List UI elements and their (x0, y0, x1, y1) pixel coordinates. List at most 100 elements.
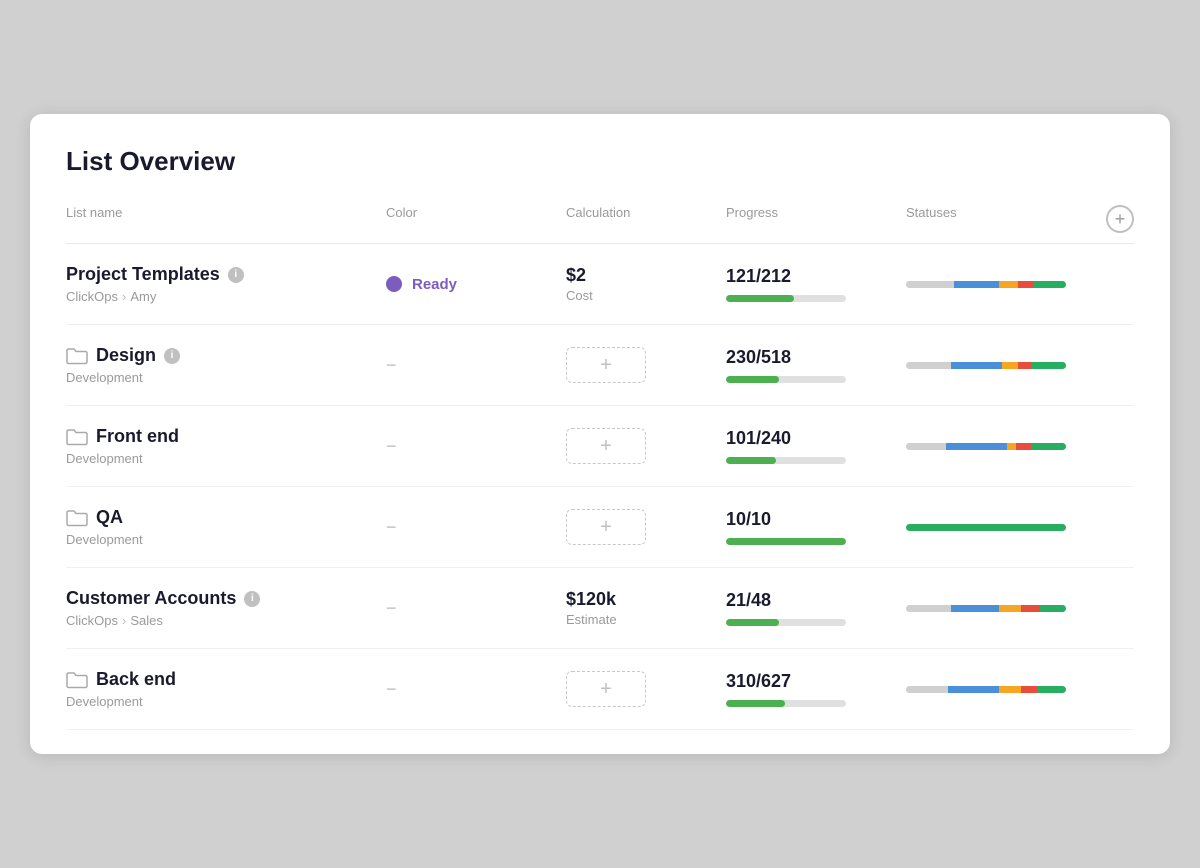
calc-sub: Estimate (566, 612, 726, 627)
status-segment (1034, 281, 1066, 288)
color-dash: − (386, 355, 397, 376)
table-row: Front end Development− +101/240 (66, 406, 1134, 487)
add-column-button[interactable]: + (1106, 205, 1134, 233)
add-calculation-button[interactable]: + (566, 509, 646, 545)
progress-count: 21/48 (726, 590, 906, 611)
list-name-text: Project Templates (66, 264, 220, 285)
status-segment (1031, 362, 1066, 369)
calc-value: $2 (566, 265, 726, 286)
progress-bar-container (726, 619, 846, 626)
list-name-text: Customer Accounts (66, 588, 236, 609)
progress-bar-container (726, 376, 846, 383)
progress-cell: 310/627 (726, 671, 906, 707)
status-segment (1018, 281, 1034, 288)
status-segment (1016, 443, 1030, 450)
list-name-main: Designi (66, 345, 386, 366)
list-name-main: Back end (66, 669, 386, 690)
progress-count: 101/240 (726, 428, 906, 449)
status-segment (1002, 362, 1018, 369)
status-segment (906, 686, 948, 693)
info-icon[interactable]: i (228, 267, 244, 283)
color-dash: − (386, 598, 397, 619)
progress-bar-fill (726, 376, 779, 383)
table-row: QA Development− +10/10 (66, 487, 1134, 568)
col-color: Color (386, 205, 566, 233)
folder-icon (66, 428, 88, 446)
color-dash: − (386, 436, 397, 457)
add-calculation-button[interactable]: + (566, 428, 646, 464)
statuses-cell (906, 281, 1094, 288)
status-segment (946, 443, 1007, 450)
list-name-text: Front end (96, 426, 179, 447)
progress-cell: 21/48 (726, 590, 906, 626)
color-cell: − (386, 355, 566, 376)
list-name-cell: QA Development (66, 507, 386, 547)
calculation-cell: $2 Cost (566, 265, 726, 303)
table-row: Project TemplatesiClickOps›AmyReady$2Cos… (66, 244, 1134, 325)
status-segment (999, 281, 1018, 288)
progress-cell: 101/240 (726, 428, 906, 464)
status-segment (906, 281, 954, 288)
list-name-breadcrumb: Development (66, 370, 386, 385)
status-segment (948, 686, 999, 693)
list-name-text: Back end (96, 669, 176, 690)
list-name-breadcrumb: Development (66, 532, 386, 547)
status-segment (1021, 605, 1040, 612)
progress-count: 10/10 (726, 509, 906, 530)
status-segment (906, 443, 946, 450)
progress-count: 310/627 (726, 671, 906, 692)
folder-icon (66, 347, 88, 365)
table-row: Designi Development− +230/518 (66, 325, 1134, 406)
status-segment (999, 605, 1021, 612)
calculation-cell: + (566, 509, 726, 545)
info-icon[interactable]: i (244, 591, 260, 607)
color-cell: − (386, 598, 566, 619)
list-overview-card: List Overview List name Color Calculatio… (30, 114, 1170, 754)
add-calculation-button[interactable]: + (566, 671, 646, 707)
color-cell: Ready (386, 276, 566, 293)
status-bar (906, 281, 1066, 288)
list-name-cell: Back endDevelopment (66, 669, 386, 709)
list-name-breadcrumb: Development (66, 451, 386, 466)
progress-count: 121/212 (726, 266, 906, 287)
progress-cell: 10/10 (726, 509, 906, 545)
status-segment (999, 686, 1021, 693)
list-name-breadcrumb: ClickOps›Sales (66, 613, 386, 628)
color-dash: − (386, 679, 397, 700)
color-label: Ready (412, 276, 457, 293)
col-progress: Progress (726, 205, 906, 233)
color-dash: − (386, 517, 397, 538)
status-segment (1037, 686, 1066, 693)
status-bar (906, 443, 1066, 450)
status-segment (1031, 443, 1066, 450)
calc-sub: Cost (566, 288, 726, 303)
status-segment (1018, 362, 1031, 369)
list-name-cell: Front end Development (66, 426, 386, 466)
list-name-cell: Designi Development (66, 345, 386, 385)
calculation-cell: + (566, 671, 726, 707)
col-calculation: Calculation (566, 205, 726, 233)
status-segment (1040, 605, 1066, 612)
breadcrumb-separator: › (122, 613, 126, 628)
statuses-cell (906, 524, 1094, 531)
folder-icon (66, 509, 88, 527)
status-segment (951, 605, 999, 612)
progress-count: 230/518 (726, 347, 906, 368)
col-statuses: Statuses (906, 205, 1094, 233)
progress-bar-fill (726, 700, 785, 707)
info-icon[interactable]: i (164, 348, 180, 364)
table-row: Back endDevelopment− +310/627 (66, 649, 1134, 730)
add-calculation-button[interactable]: + (566, 347, 646, 383)
status-segment (906, 524, 1066, 531)
list-name-text: QA (96, 507, 123, 528)
statuses-cell (906, 686, 1094, 693)
list-name-main: Project Templates i (66, 264, 386, 285)
calc-value: $120k (566, 589, 726, 610)
list-name-cell: Customer Accounts i ClickOps›Sales (66, 588, 386, 628)
progress-bar-fill (726, 457, 776, 464)
status-segment (954, 281, 999, 288)
status-bar (906, 686, 1066, 693)
list-name-text: Design (96, 345, 156, 366)
progress-cell: 121/212 (726, 266, 906, 302)
status-bar (906, 605, 1066, 612)
